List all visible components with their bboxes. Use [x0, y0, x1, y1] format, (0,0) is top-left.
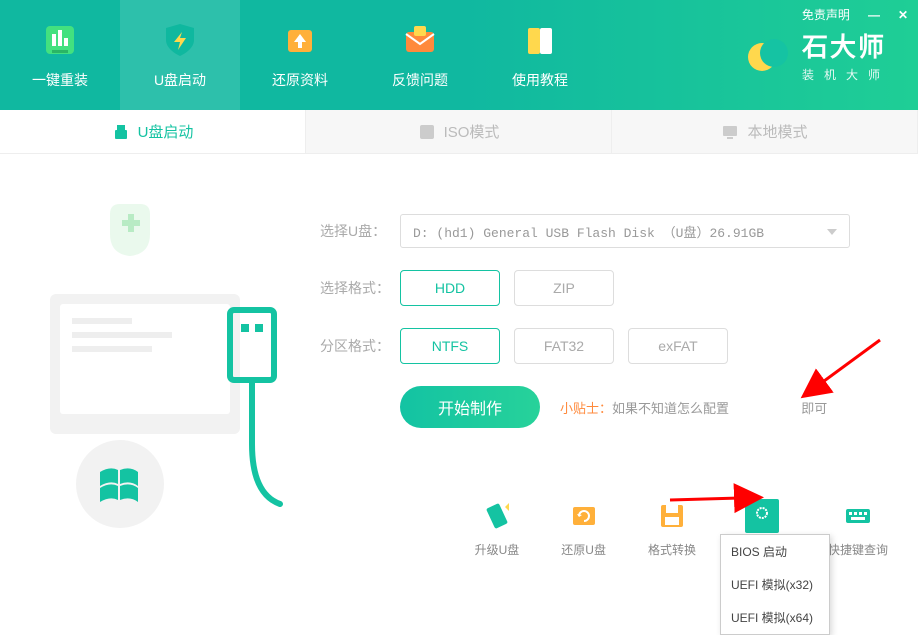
brand-title: 石大师: [802, 27, 890, 64]
usb-drive-dropdown[interactable]: D: (hd1) General USB Flash Disk （U盘）26.9…: [400, 214, 850, 248]
nav-usb-boot[interactable]: U盘启动: [120, 0, 240, 110]
shield-bolt-icon: [160, 20, 200, 60]
subtab-label: ISO模式: [444, 121, 500, 142]
tool-label: 快捷键查询: [828, 541, 888, 558]
subtabs: U盘启动 ISO模式 本地模式: [0, 110, 918, 154]
restore-icon: [567, 499, 601, 533]
titlebar: 免责声明 — ✕: [802, 6, 908, 23]
bar-chart-icon: [40, 20, 80, 60]
usb-illustration: [30, 194, 290, 534]
tool-upgrade-usb[interactable]: 升级U盘: [475, 499, 520, 558]
format-option-zip[interactable]: ZIP: [514, 270, 614, 306]
dropdown-value: D: (hd1) General USB Flash Disk （U盘）26.9…: [413, 222, 764, 241]
menu-uefi-x32[interactable]: UEFI 模拟(x32): [721, 568, 829, 601]
format-option-hdd[interactable]: HDD: [400, 270, 500, 306]
subtab-label: 本地模式: [747, 121, 807, 142]
partition-option-ntfs[interactable]: NTFS: [400, 328, 500, 364]
partition-option-exfat[interactable]: exFAT: [628, 328, 728, 364]
partition-option-fat32[interactable]: FAT32: [514, 328, 614, 364]
book-icon: [520, 20, 560, 60]
nav-label: 一键重装: [32, 70, 88, 90]
usb-up-icon: [480, 499, 514, 533]
close-button[interactable]: ✕: [898, 8, 908, 22]
upload-box-icon: [280, 20, 320, 60]
tip-text: 小贴士：如果不知道怎么配置 即可: [560, 398, 827, 417]
simulate-boot-menu: BIOS 启动 UEFI 模拟(x32) UEFI 模拟(x64): [720, 534, 830, 635]
minimize-button[interactable]: —: [868, 8, 880, 22]
menu-uefi-x64[interactable]: UEFI 模拟(x64): [721, 601, 829, 634]
tip-label: 小贴士：: [560, 401, 612, 416]
brand-subtitle: 装机大师: [802, 66, 890, 83]
nav-label: 还原资料: [272, 70, 328, 90]
subtab-iso[interactable]: ISO模式: [306, 110, 612, 153]
menu-bios-boot[interactable]: BIOS 启动: [721, 535, 829, 568]
tool-restore-usb[interactable]: 还原U盘: [561, 499, 606, 558]
start-button[interactable]: 开始制作: [400, 386, 540, 428]
tool-label: 升级U盘: [475, 541, 520, 558]
mail-icon: [400, 20, 440, 60]
monitor-spin-icon: [745, 499, 779, 533]
disclaimer-link[interactable]: 免责声明: [802, 6, 850, 23]
nav-label: 反馈问题: [392, 70, 448, 90]
tool-label: 格式转换: [648, 541, 696, 558]
label-select-format: 选择格式：: [320, 278, 400, 298]
tool-format-convert[interactable]: 格式转换: [648, 499, 696, 558]
logo-icon: [746, 33, 790, 77]
nav-label: U盘启动: [154, 70, 206, 90]
nav-label: 使用教程: [512, 70, 568, 90]
subtab-label: U盘启动: [138, 121, 194, 142]
label-select-u: 选择U盘：: [320, 221, 400, 241]
tool-shortcut-query[interactable]: 快捷键查询: [828, 499, 888, 558]
save-icon: [655, 499, 689, 533]
nav-reinstall[interactable]: 一键重装: [0, 0, 120, 110]
subtab-usb-boot[interactable]: U盘启动: [0, 110, 306, 153]
tool-label: 还原U盘: [561, 541, 606, 558]
nav-tutorial[interactable]: 使用教程: [480, 0, 600, 110]
nav-restore[interactable]: 还原资料: [240, 0, 360, 110]
form-area: 选择U盘： D: (hd1) General USB Flash Disk （U…: [320, 214, 878, 428]
usb-icon: [112, 123, 130, 141]
monitor-icon: [721, 123, 739, 141]
label-partition-format: 分区格式：: [320, 336, 400, 356]
subtab-local[interactable]: 本地模式: [612, 110, 918, 153]
iso-icon: [418, 123, 436, 141]
nav-feedback[interactable]: 反馈问题: [360, 0, 480, 110]
app-header: 免责声明 — ✕ 一键重装 U盘启动 还原资料 反馈问题 使用教程: [0, 0, 918, 110]
main-content: 选择U盘： D: (hd1) General USB Flash Disk （U…: [0, 154, 918, 578]
keyboard-icon: [841, 499, 875, 533]
